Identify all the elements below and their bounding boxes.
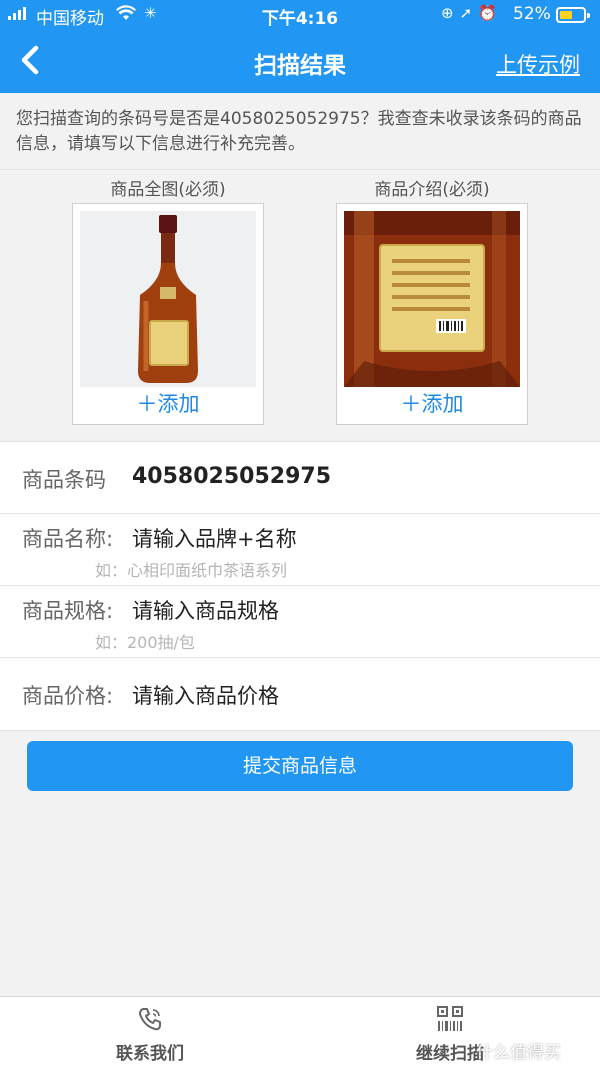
alarm-icon: ⏰ <box>478 4 503 22</box>
add-photo-button[interactable]: ＋添加 <box>337 388 527 418</box>
scan-notice: 您扫描查询的条码号是否是4058025052975？我查查未收录该条码的商品信息… <box>0 93 600 170</box>
app-header: 中国移动 ✳ 下午4:16 ⊕➚⏰ 52% 扫描结果 上传示例 <box>0 0 600 93</box>
tab-label: 联系我们 <box>116 1044 184 1064</box>
upload-example-link[interactable]: 上传示例 <box>496 49 580 79</box>
photo-caption: 商品全图(必须) <box>110 180 226 200</box>
spec-input[interactable]: 请输入商品规格 <box>132 595 279 625</box>
photo-upload-box[interactable]: ＋添加 <box>336 203 528 425</box>
status-bar: 中国移动 ✳ 下午4:16 ⊕➚⏰ 52% <box>0 0 600 30</box>
battery-percent: 52% <box>513 4 551 24</box>
barcode-value: 4058025052975 <box>132 464 331 489</box>
price-input[interactable]: 请输入商品价格 <box>132 680 279 710</box>
submit-button[interactable]: 提交商品信息 <box>27 741 573 791</box>
name-hint: 如：心相印面纸巾茶语系列 <box>95 561 288 580</box>
qr-code-icon <box>437 1006 463 1031</box>
bottle-image <box>80 211 256 387</box>
tab-contact-us[interactable]: 联系我们 <box>50 997 250 1067</box>
price-row[interactable]: 商品价格: 请输入商品价格 <box>0 658 600 730</box>
status-icons: ⊕➚⏰ <box>441 4 503 22</box>
spec-row[interactable]: 商品规格: 请输入商品规格 如：200抽/包 <box>0 586 600 658</box>
add-photo-button[interactable]: ＋添加 <box>73 388 263 418</box>
photo-caption: 商品介绍(必须) <box>374 180 490 200</box>
photo-slot-label: 商品介绍(必须) ＋添加 <box>336 175 528 425</box>
bottle-label-image <box>344 211 520 387</box>
name-label: 商品名称: <box>22 527 114 551</box>
photo-slot-full: 商品全图(必须) ＋添加 <box>72 175 264 425</box>
phone-icon <box>139 1008 161 1031</box>
spec-label: 商品规格: <box>22 599 114 623</box>
barcode-row: 商品条码 4058025052975 <box>0 442 600 514</box>
status-time: 下午4:16 <box>261 9 339 29</box>
name-input[interactable]: 请输入品牌+名称 <box>132 523 297 553</box>
photo-upload-section: 商品全图(必须) ＋添加 商品介绍(必须) ＋添加 <box>0 171 600 439</box>
spec-hint: 如：200抽/包 <box>95 633 195 652</box>
battery-icon <box>556 7 590 23</box>
watermark: 什么值得买 <box>476 1043 561 1063</box>
photo-upload-box[interactable]: ＋添加 <box>72 203 264 425</box>
price-label: 商品价格: <box>22 684 114 708</box>
name-row[interactable]: 商品名称: 请输入品牌+名称 如：心相印面纸巾茶语系列 <box>0 514 600 586</box>
location-icon: ➚ <box>459 4 479 22</box>
rotation-lock-icon: ⊕ <box>441 4 460 22</box>
product-form: 商品条码 4058025052975 商品名称: 请输入品牌+名称 如：心相印面… <box>0 441 600 731</box>
barcode-label: 商品条码 <box>22 468 106 492</box>
